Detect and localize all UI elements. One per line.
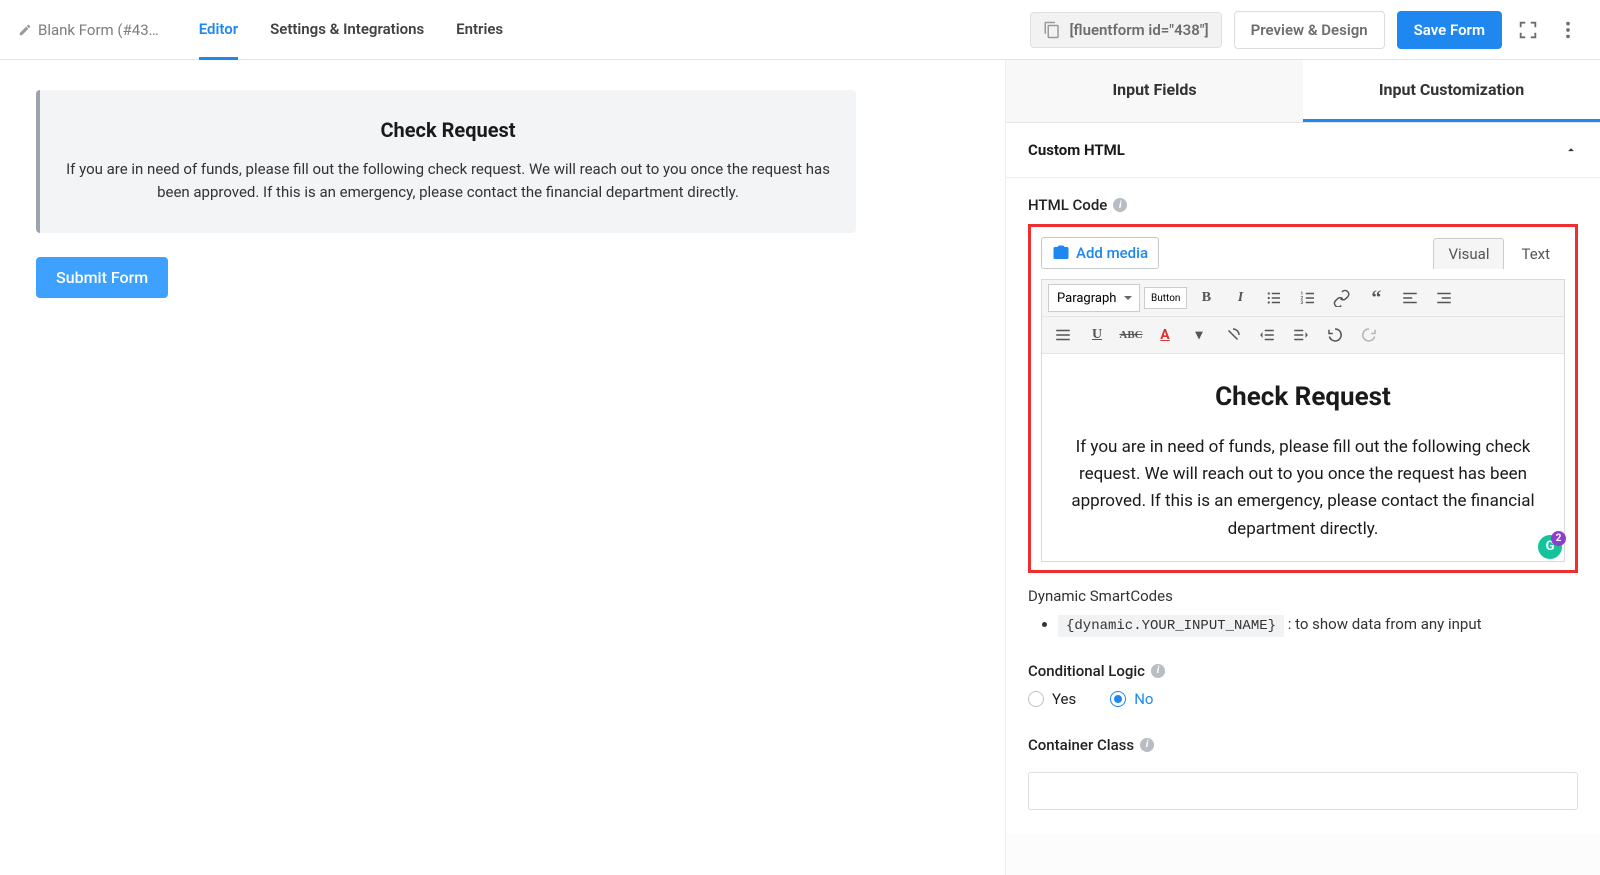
tab-visual[interactable]: Visual bbox=[1433, 238, 1504, 269]
info-icon[interactable]: i bbox=[1113, 198, 1127, 212]
conditional-radio-row: Yes No bbox=[1028, 690, 1578, 708]
breadcrumb-text: Blank Form (#43… bbox=[38, 21, 159, 39]
top-right-actions: [fluentform id="438"] Preview & Design S… bbox=[1030, 11, 1582, 49]
underline-button[interactable]: U bbox=[1082, 321, 1112, 349]
media-icon bbox=[1052, 244, 1070, 262]
shortcode-button[interactable]: [fluentform id="438"] bbox=[1030, 12, 1221, 48]
smartcodes-section: Dynamic SmartCodes {dynamic.YOUR_INPUT_N… bbox=[1028, 587, 1578, 634]
panel-title: Custom HTML bbox=[1028, 141, 1125, 159]
form-canvas: Check Request If you are in need of fund… bbox=[0, 60, 1006, 875]
indent-button[interactable] bbox=[1286, 321, 1316, 349]
radio-yes[interactable]: Yes bbox=[1028, 690, 1076, 708]
more-icon bbox=[1557, 19, 1579, 41]
grammarly-count: 2 bbox=[1551, 531, 1566, 546]
container-class-section: Container Class i bbox=[1028, 736, 1578, 810]
editor-toolbar-1: Paragraph Button B I 123 “ bbox=[1042, 280, 1564, 317]
conditional-logic-label: Conditional Logic i bbox=[1028, 662, 1578, 680]
text-color-button[interactable]: A bbox=[1150, 321, 1180, 349]
tab-settings[interactable]: Settings & Integrations bbox=[270, 0, 424, 60]
link-button[interactable] bbox=[1327, 284, 1357, 312]
radio-dot-checked bbox=[1110, 691, 1126, 707]
conditional-logic-section: Conditional Logic i Yes No bbox=[1028, 662, 1578, 708]
panel-header[interactable]: Custom HTML bbox=[1006, 123, 1600, 178]
number-list-button[interactable]: 123 bbox=[1293, 284, 1323, 312]
bullet-list-button[interactable] bbox=[1259, 284, 1289, 312]
editor-heading: Check Request bbox=[1066, 382, 1540, 412]
info-icon[interactable]: i bbox=[1140, 738, 1154, 752]
redo-button[interactable] bbox=[1354, 321, 1384, 349]
save-button[interactable]: Save Form bbox=[1397, 11, 1502, 49]
html-code-label: HTML Code i bbox=[1028, 196, 1578, 214]
smartcode-item: {dynamic.YOUR_INPUT_NAME} : to show data… bbox=[1058, 615, 1578, 634]
editor-paragraph: If you are in need of funds, please fill… bbox=[1066, 434, 1540, 543]
submit-button[interactable]: Submit Form bbox=[36, 257, 168, 298]
tab-editor[interactable]: Editor bbox=[199, 0, 238, 60]
html-block[interactable]: Check Request If you are in need of fund… bbox=[36, 90, 856, 233]
radio-no[interactable]: No bbox=[1110, 690, 1153, 708]
undo-button[interactable] bbox=[1320, 321, 1350, 349]
editor-mode-tabs: Visual Text bbox=[1433, 238, 1565, 269]
editor-top-row: Add media Visual Text bbox=[1041, 237, 1565, 269]
fullscreen-button[interactable] bbox=[1514, 16, 1542, 44]
fullscreen-icon bbox=[1517, 19, 1539, 41]
block-title: Check Request bbox=[64, 118, 832, 142]
align-right-button[interactable] bbox=[1429, 284, 1459, 312]
top-bar: Blank Form (#43… Editor Settings & Integ… bbox=[0, 0, 1600, 60]
submit-wrap: Submit Form bbox=[36, 257, 969, 298]
main-tabs: Editor Settings & Integrations Entries bbox=[199, 0, 503, 60]
rich-text-editor: Paragraph Button B I 123 “ U bbox=[1041, 279, 1565, 562]
copy-icon bbox=[1043, 21, 1061, 39]
add-media-button[interactable]: Add media bbox=[1041, 237, 1159, 269]
editor-toolbar-2: U ABC A ▾ bbox=[1042, 317, 1564, 354]
pencil-icon bbox=[18, 23, 32, 37]
quote-button[interactable]: “ bbox=[1361, 284, 1391, 312]
preview-button[interactable]: Preview & Design bbox=[1234, 11, 1385, 49]
format-select[interactable]: Paragraph bbox=[1048, 284, 1140, 312]
insert-button-btn[interactable]: Button bbox=[1144, 287, 1187, 309]
sidebar: Input Fields Input Customization Custom … bbox=[1006, 60, 1600, 875]
italic-button[interactable]: I bbox=[1225, 284, 1255, 312]
shortcode-text: [fluentform id="438"] bbox=[1069, 21, 1208, 39]
smartcodes-title: Dynamic SmartCodes bbox=[1028, 587, 1578, 605]
strike-button[interactable]: ABC bbox=[1116, 321, 1146, 349]
bold-button[interactable]: B bbox=[1191, 284, 1221, 312]
panel-body: HTML Code i Add media Visual Text bbox=[1006, 178, 1600, 834]
block-text: If you are in need of funds, please fill… bbox=[64, 158, 832, 205]
tab-entries[interactable]: Entries bbox=[456, 0, 503, 60]
more-button[interactable] bbox=[1554, 16, 1582, 44]
tab-text[interactable]: Text bbox=[1506, 238, 1565, 269]
clear-format-button[interactable] bbox=[1218, 321, 1248, 349]
container-class-label: Container Class i bbox=[1028, 736, 1578, 754]
chevron-up-icon bbox=[1564, 143, 1578, 157]
smartcode-code: {dynamic.YOUR_INPUT_NAME} bbox=[1058, 615, 1284, 637]
smartcode-desc: : to show data from any input bbox=[1288, 615, 1482, 633]
grammarly-icon[interactable]: G2 bbox=[1538, 535, 1562, 559]
radio-dot bbox=[1028, 691, 1044, 707]
editor-content[interactable]: Check Request If you are in need of fund… bbox=[1042, 354, 1564, 561]
align-left-button[interactable] bbox=[1395, 284, 1425, 312]
sidebar-tabs: Input Fields Input Customization bbox=[1006, 60, 1600, 123]
color-dropdown[interactable]: ▾ bbox=[1184, 321, 1214, 349]
info-icon[interactable]: i bbox=[1151, 664, 1165, 678]
svg-text:3: 3 bbox=[1301, 300, 1304, 306]
container-class-input[interactable] bbox=[1028, 772, 1578, 810]
main-area: Check Request If you are in need of fund… bbox=[0, 60, 1600, 875]
tab-input-fields[interactable]: Input Fields bbox=[1006, 60, 1303, 122]
align-justify-button[interactable] bbox=[1048, 321, 1078, 349]
tab-input-customization[interactable]: Input Customization bbox=[1303, 60, 1600, 122]
breadcrumb[interactable]: Blank Form (#43… bbox=[18, 21, 159, 39]
html-code-editor-highlight: Add media Visual Text Paragraph Button B… bbox=[1028, 224, 1578, 573]
outdent-button[interactable] bbox=[1252, 321, 1282, 349]
